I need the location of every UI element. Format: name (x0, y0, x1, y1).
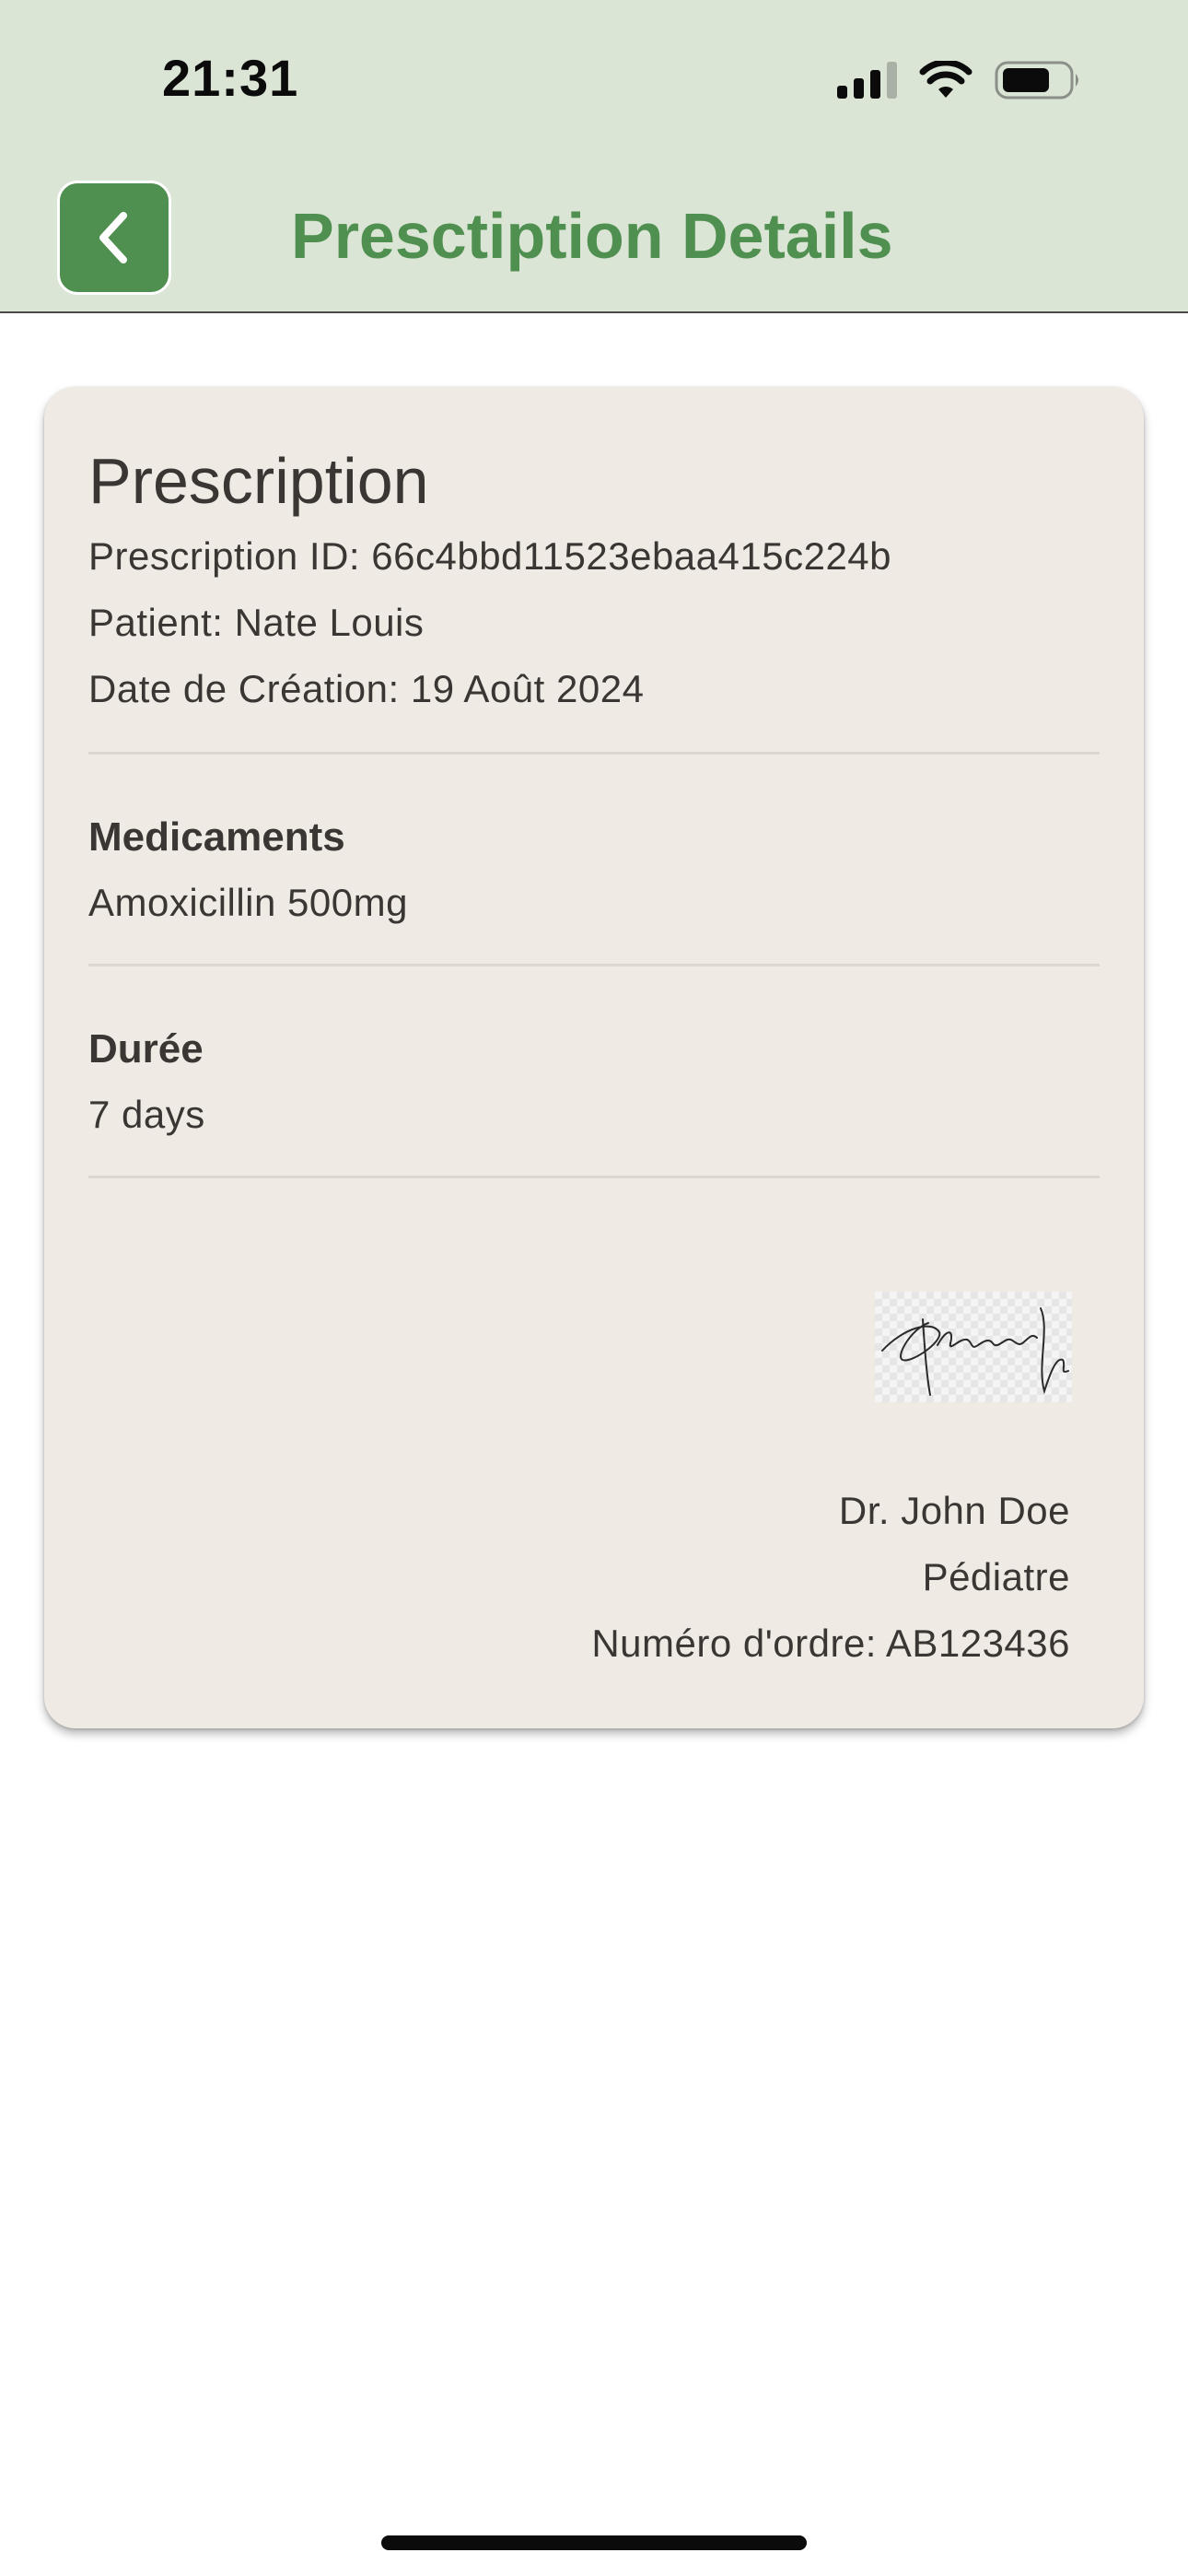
divider (88, 752, 1100, 755)
page-title: Presctiption Details (291, 200, 893, 272)
chevron-left-icon (99, 212, 127, 263)
duration-value: 7 days (88, 1093, 205, 1136)
medications-heading: Medicaments (88, 814, 345, 860)
medications-value: Amoxicillin 500mg (88, 881, 408, 924)
prescription-card: Prescription Prescription ID: 66c4bbd115… (44, 387, 1144, 1728)
patient-name: Patient: Nate Louis (88, 601, 425, 644)
home-indicator[interactable] (381, 2535, 807, 2550)
status-bar-icons (837, 57, 1083, 103)
back-button[interactable] (57, 181, 171, 295)
battery-icon (995, 61, 1078, 100)
divider (88, 964, 1100, 966)
creation-date: Date de Création: 19 Août 2024 (88, 667, 645, 710)
doctor-name: Dr. John Doe (838, 1489, 1070, 1532)
app-header: 21:31 Presctiption Details (0, 0, 1188, 313)
duration-heading: Durée (88, 1026, 204, 1071)
doctor-signature-image (875, 1292, 1072, 1402)
wifi-icon (919, 61, 973, 98)
prescription-id: Prescription ID: 66c4bbd11523ebaa415c224… (88, 534, 892, 578)
doctor-specialty: Pédiatre (922, 1555, 1070, 1598)
cellular-signal-icon (837, 62, 897, 99)
divider (88, 1176, 1100, 1178)
status-bar-time: 21:31 (162, 49, 299, 107)
doctor-order-number: Numéro d'ordre: AB123436 (591, 1622, 1070, 1665)
prescription-title: Prescription (88, 445, 429, 517)
